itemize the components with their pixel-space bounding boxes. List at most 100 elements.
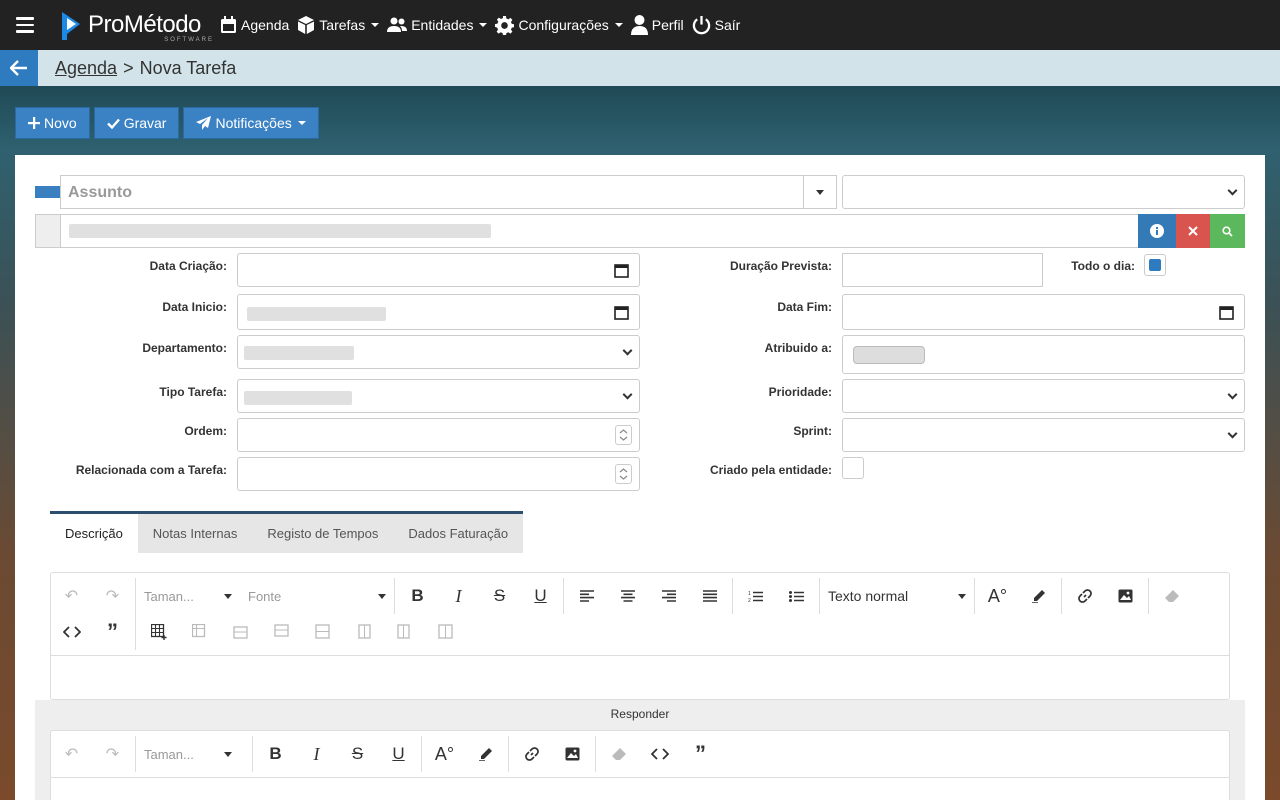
sprint-select[interactable] <box>842 418 1245 452</box>
caret-down-icon <box>224 751 232 757</box>
top-navbar: ProMétodo SOFTWARE Agenda Tarefas Entida… <box>0 0 1280 50</box>
caret-down-icon <box>224 593 232 599</box>
insert-column-left-icon[interactable] <box>343 614 384 650</box>
app-logo[interactable]: ProMétodo SOFTWARE <box>58 0 216 50</box>
blockquote-icon[interactable]: ” <box>92 614 133 650</box>
tab-descricao[interactable]: Descrição <box>50 514 138 553</box>
label-departamento: Departamento: <box>142 341 227 355</box>
undo-icon[interactable]: ↶ <box>51 736 92 772</box>
text-color-icon[interactable]: A° <box>977 578 1018 614</box>
align-center-icon[interactable] <box>607 578 648 614</box>
bullet-list-icon[interactable] <box>776 578 817 614</box>
nav-sair[interactable]: Saír <box>692 0 740 50</box>
highlighter-icon[interactable] <box>1018 578 1059 614</box>
relacionada-input[interactable] <box>237 457 640 491</box>
breadcrumb-link-agenda[interactable]: Agenda <box>55 58 117 78</box>
nav-perfil[interactable]: Perfil <box>630 0 684 50</box>
font-family-dropdown[interactable]: Fonte <box>242 589 392 604</box>
align-right-icon[interactable] <box>648 578 689 614</box>
code-icon[interactable] <box>51 614 92 650</box>
redo-icon[interactable]: ↷ <box>92 736 133 772</box>
strikethrough-icon[interactable]: S <box>337 736 378 772</box>
tab-notas-internas[interactable]: Notas Internas <box>138 514 253 553</box>
insert-row-below-icon[interactable] <box>261 614 302 650</box>
assignee-tag[interactable] <box>853 346 925 364</box>
atribuido-input[interactable] <box>842 335 1245 374</box>
nav-tarefas[interactable]: Tarefas <box>297 0 380 50</box>
assunto-dropdown-button[interactable] <box>803 176 836 208</box>
tab-registo-tempos[interactable]: Registo de Tempos <box>252 514 393 553</box>
novo-button[interactable]: Novo <box>15 107 90 139</box>
tipo-tarefa-select[interactable] <box>237 379 640 413</box>
eraser-icon[interactable] <box>1151 578 1192 614</box>
strikethrough-icon[interactable]: S <box>479 578 520 614</box>
color-flag[interactable] <box>35 186 61 198</box>
nav-agenda[interactable]: Agenda <box>220 0 289 50</box>
ordem-input[interactable] <box>237 418 640 452</box>
toolbar-divider <box>819 578 820 614</box>
underline-icon[interactable]: U <box>520 578 561 614</box>
bold-icon[interactable]: B <box>397 578 438 614</box>
back-button[interactable] <box>0 50 38 86</box>
image-icon[interactable] <box>552 736 593 772</box>
italic-icon[interactable]: I <box>438 578 479 614</box>
criado-entidade-checkbox[interactable] <box>842 457 864 479</box>
font-size-dropdown[interactable]: Taman... <box>138 589 238 604</box>
entity-info-button[interactable] <box>1138 214 1176 248</box>
caret-down-icon <box>958 593 966 599</box>
text-color-icon[interactable]: A° <box>424 736 465 772</box>
align-left-icon[interactable] <box>566 578 607 614</box>
cube-icon <box>298 16 315 34</box>
notificacoes-button[interactable]: Notificações <box>183 107 319 139</box>
nav-entidades[interactable]: Entidades <box>387 0 488 50</box>
toolbar-divider <box>421 736 422 772</box>
nav-configuracoes[interactable]: Configurações <box>495 0 623 50</box>
close-icon <box>1188 226 1198 236</box>
font-size-dropdown[interactable]: Taman... <box>138 747 238 762</box>
svg-text:2: 2 <box>748 598 751 603</box>
insert-table-icon[interactable] <box>138 614 179 650</box>
entity-search-button[interactable] <box>1210 214 1245 248</box>
duracao-input[interactable] <box>842 253 1043 287</box>
hamburger-menu-icon[interactable] <box>0 0 50 50</box>
reply-content-area[interactable] <box>51 777 1229 778</box>
paragraph-style-dropdown[interactable]: Texto normal <box>822 588 972 604</box>
insert-row-above-icon[interactable] <box>220 614 261 650</box>
align-justify-icon[interactable] <box>689 578 730 614</box>
gravar-button[interactable]: Gravar <box>93 107 180 139</box>
label-prioridade: Prioridade: <box>768 385 832 399</box>
redo-icon[interactable]: ↷ <box>92 578 133 614</box>
data-fim-input[interactable] <box>842 294 1245 330</box>
italic-icon[interactable]: I <box>296 736 337 772</box>
blockquote-icon[interactable]: ” <box>680 736 721 772</box>
undo-icon[interactable]: ↶ <box>51 578 92 614</box>
tab-dados-faturacao[interactable]: Dados Faturação <box>393 514 523 553</box>
ordered-list-icon[interactable]: 12 <box>735 578 776 614</box>
data-criacao-input[interactable] <box>237 253 640 287</box>
prioridade-select[interactable] <box>842 379 1245 413</box>
redacted-departamento <box>244 346 354 360</box>
delete-column-icon[interactable] <box>425 614 466 650</box>
link-icon[interactable] <box>511 736 552 772</box>
data-inicio-input[interactable] <box>237 294 640 330</box>
assunto-input[interactable]: Assunto <box>60 175 837 209</box>
underline-icon[interactable]: U <box>378 736 419 772</box>
bold-icon[interactable]: B <box>255 736 296 772</box>
entity-clear-button[interactable] <box>1176 214 1210 248</box>
highlighter-icon[interactable] <box>465 736 506 772</box>
image-icon[interactable] <box>1105 578 1146 614</box>
plus-icon <box>28 117 40 129</box>
editor-content-area[interactable] <box>51 655 1229 656</box>
todo-dia-checkbox[interactable] <box>1144 254 1166 276</box>
delete-row-icon[interactable] <box>302 614 343 650</box>
departamento-select[interactable] <box>237 335 640 369</box>
delete-table-icon[interactable] <box>179 614 220 650</box>
insert-column-right-icon[interactable] <box>384 614 425 650</box>
code-icon[interactable] <box>639 736 680 772</box>
entity-search-input[interactable] <box>60 214 1139 248</box>
toolbar-divider <box>135 736 136 772</box>
link-icon[interactable] <box>1064 578 1105 614</box>
eraser-icon[interactable] <box>598 736 639 772</box>
calendar-icon <box>221 16 236 33</box>
assunto-type-select[interactable] <box>842 175 1245 209</box>
